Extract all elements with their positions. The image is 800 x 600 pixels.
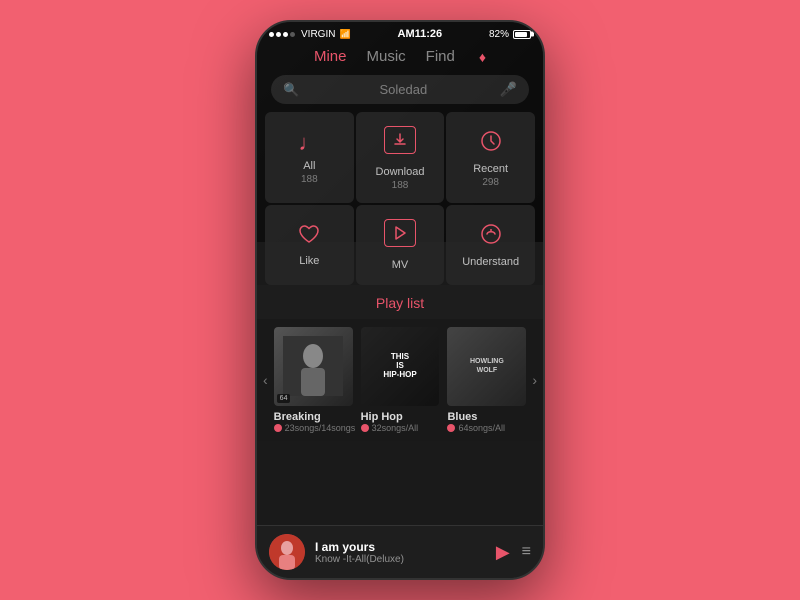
songs-dot-3 (447, 424, 455, 432)
grid-item-understand[interactable]: Understand (446, 205, 535, 285)
playlist-item-breaking[interactable]: 64 Breaking 23songs/14songs (274, 327, 353, 433)
playlist-name-blues: Blues (447, 411, 526, 423)
playlist-carousel: ‹ 64 Breaking 23songs/14songs (257, 319, 543, 441)
status-time: AM11:26 (398, 28, 443, 40)
signal-dot-2 (276, 32, 281, 37)
grid-item-recent[interactable]: Recent 298 (446, 112, 535, 203)
playlist-thumb-blues: HOWLINGWOLF (447, 327, 526, 406)
wifi-icon: 📶 (339, 29, 350, 40)
status-bar: VIRGIN 📶 AM11:26 82% (257, 22, 543, 44)
mic-icon[interactable]: 🎤 (500, 81, 517, 98)
grid-label-download: Download (376, 166, 425, 178)
nav-tabs: Mine Music Find ♦ (257, 44, 543, 71)
now-playing-album-art (269, 534, 305, 570)
signal-dot-1 (269, 32, 274, 37)
diamond-icon[interactable]: ♦ (479, 49, 486, 65)
search-placeholder-text: Soledad (307, 82, 499, 97)
grid-item-mv[interactable]: MV (356, 205, 445, 285)
now-playing-artist: Know -It-All(Deluxe) (315, 554, 486, 565)
carrier-name: VIRGIN (301, 29, 335, 40)
songs-dot-2 (361, 424, 369, 432)
search-icon: 🔍 (283, 82, 299, 98)
music-note-icon: ♩ (298, 132, 320, 154)
playlist-name-breaking: Breaking (274, 411, 353, 423)
signal-dot-4 (290, 32, 295, 37)
grid-label-like: Like (299, 255, 319, 267)
now-playing-info: I am yours Know -It-All(Deluxe) (315, 540, 486, 565)
grid-item-all[interactable]: ♩ All 188 (265, 112, 354, 203)
category-grid: ♩ All 188 Download 188 Recent 298 (265, 112, 535, 285)
grid-count-all: 188 (301, 174, 318, 185)
signal-dot-3 (283, 32, 288, 37)
grid-label-recent: Recent (473, 163, 508, 175)
grid-label-mv: MV (392, 259, 409, 271)
playlist-item-blues[interactable]: HOWLINGWOLF Blues 64songs/All (447, 327, 526, 433)
playlist-title: Play list (376, 295, 424, 311)
playlist-section-header: Play list (257, 285, 543, 319)
battery-percent: 82% (489, 29, 509, 40)
now-playing-bar: I am yours Know -It-All(Deluxe) ▶ ≡ (257, 525, 543, 578)
now-playing-title: I am yours (315, 540, 486, 554)
playlist-songs-blues: 64songs/All (447, 423, 526, 433)
grid-item-download[interactable]: Download 188 (356, 112, 445, 203)
play-icon (384, 219, 416, 247)
tab-music[interactable]: Music (367, 48, 406, 65)
tab-find[interactable]: Find (426, 48, 455, 65)
understand-icon (479, 222, 503, 250)
play-pause-button[interactable]: ▶ (496, 542, 510, 563)
playlist-item-hiphop[interactable]: THISISHIP-HOP Hip Hop 32songs/All (361, 327, 440, 433)
search-bar[interactable]: 🔍 Soledad 🎤 (271, 75, 529, 104)
now-playing-controls: ▶ ≡ (496, 542, 531, 563)
songs-dot (274, 424, 282, 432)
playlist-thumb-hiphop: THISISHIP-HOP (361, 327, 440, 406)
grid-label-understand: Understand (462, 256, 519, 268)
battery-fill (515, 32, 527, 37)
playlist-thumb-breaking: 64 (274, 327, 353, 406)
phone-container: VIRGIN 📶 AM11:26 82% Mine Music Find ♦ 🔍… (255, 20, 545, 580)
thumb-badge-breaking: 64 (277, 394, 291, 403)
hiphop-thumb-text: THISISHIP-HOP (379, 349, 420, 383)
carousel-next-arrow[interactable]: › (526, 372, 543, 388)
playlist-items-list: 64 Breaking 23songs/14songs THISISHIP-HO… (274, 327, 527, 433)
carousel-prev-arrow[interactable]: ‹ (257, 372, 274, 388)
menu-button[interactable]: ≡ (522, 543, 531, 561)
battery-icon (513, 30, 531, 39)
download-icon (384, 126, 416, 154)
status-carrier: VIRGIN 📶 (269, 29, 351, 40)
grid-count-download: 188 (392, 180, 409, 191)
status-battery-area: 82% (489, 29, 531, 40)
clock-icon (479, 129, 503, 157)
playlist-name-hiphop: Hip Hop (361, 411, 440, 423)
playlist-songs-hiphop: 32songs/All (361, 423, 440, 433)
playlist-songs-breaking: 23songs/14songs (274, 423, 353, 433)
grid-item-like[interactable]: Like (265, 205, 354, 285)
tab-mine[interactable]: Mine (314, 48, 347, 65)
grid-label-all: All (303, 160, 315, 172)
grid-count-recent: 298 (482, 177, 499, 188)
heart-icon (297, 223, 321, 249)
